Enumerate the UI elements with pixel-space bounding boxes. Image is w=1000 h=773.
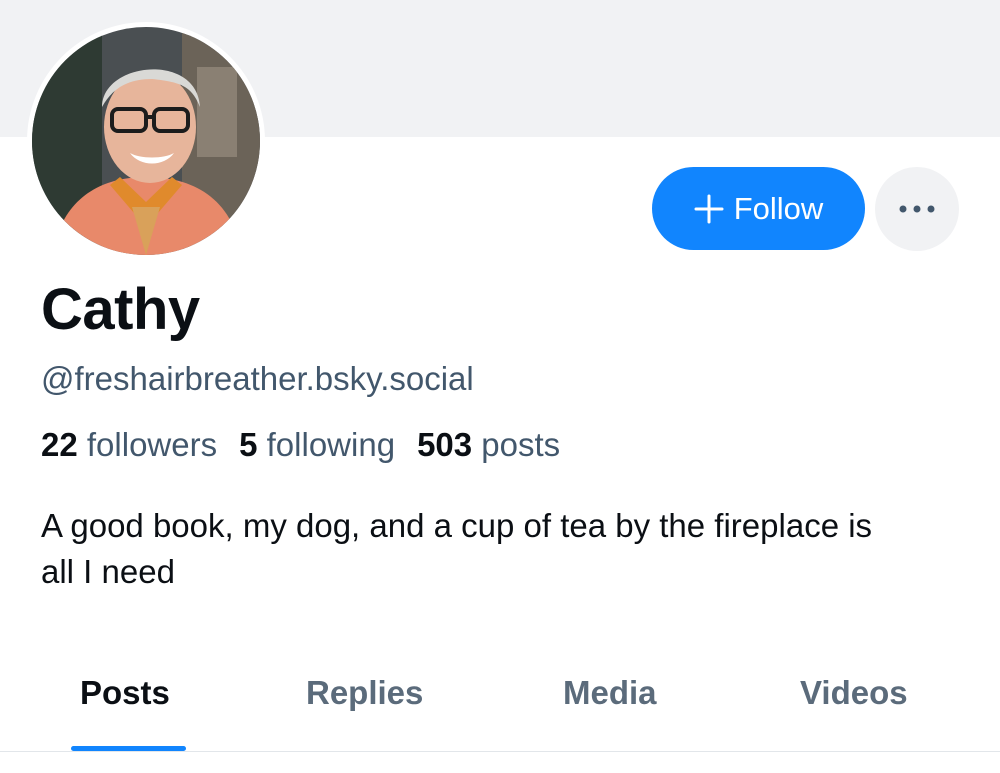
active-tab-indicator — [71, 746, 186, 751]
avatar[interactable] — [27, 22, 265, 260]
following-label: following — [266, 426, 396, 463]
posts-stat: 503 posts — [417, 426, 560, 464]
following-stat[interactable]: 5 following — [239, 426, 395, 464]
profile-stats: 22 followers 5 following 503 posts — [41, 426, 560, 464]
more-options-button[interactable] — [875, 167, 959, 251]
display-name: Cathy — [41, 277, 200, 342]
tab-media[interactable]: Media — [563, 674, 657, 712]
avatar-photo — [32, 27, 260, 255]
following-count: 5 — [239, 426, 258, 463]
follow-button[interactable]: Follow — [652, 167, 865, 250]
posts-count: 503 — [417, 426, 473, 463]
plus-icon — [694, 194, 724, 223]
tab-videos[interactable]: Videos — [800, 674, 908, 712]
tab-posts[interactable]: Posts — [80, 674, 170, 712]
tab-replies[interactable]: Replies — [306, 674, 423, 712]
profile-bio: A good book, my dog, and a cup of tea by… — [41, 507, 873, 590]
followers-count: 22 — [41, 426, 78, 463]
profile-tabs: Posts Replies Media Videos — [0, 650, 1000, 752]
posts-label: posts — [481, 426, 561, 463]
ellipsis-icon — [899, 205, 935, 213]
profile-page: Follow Cathy @freshairbreather.bsky.soci… — [0, 0, 1000, 773]
profile-handle: @freshairbreather.bsky.social — [41, 360, 474, 397]
followers-stat[interactable]: 22 followers — [41, 426, 217, 464]
followers-label: followers — [86, 426, 218, 463]
follow-button-label: Follow — [733, 190, 824, 226]
